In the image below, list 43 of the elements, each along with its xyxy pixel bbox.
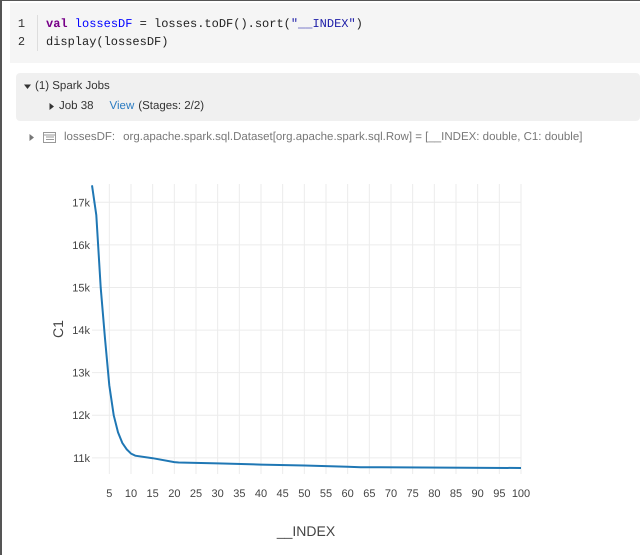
x-tick-label: 25 <box>190 488 202 500</box>
y-tick-label: 11k <box>73 452 90 465</box>
x-tick-label: 15 <box>146 488 159 500</box>
x-tick-label: 65 <box>363 488 376 500</box>
x-tick-label: 70 <box>384 488 398 500</box>
view-link[interactable]: View <box>110 98 134 116</box>
x-tick-label: 5 <box>106 488 112 500</box>
x-tick-label: 60 <box>342 488 354 500</box>
line-number: 2 <box>18 34 26 51</box>
x-tick-label: 75 <box>406 488 419 500</box>
x-axis-title: __INDEX <box>276 522 336 539</box>
spark-jobs-title[interactable]: (1) Spark Jobs <box>35 78 110 96</box>
expand-caret-icon[interactable] <box>48 103 55 110</box>
x-tick-label: 10 <box>124 488 138 500</box>
line-number: 1 <box>18 16 26 33</box>
dataset-name: lossesDF: <box>64 130 116 144</box>
dataset-schema: org.apache.spark.sql.Dataset[org.apache.spark.sql.Row] = [__INDEX: double, C1: double] <box>123 130 582 144</box>
x-tick-label: 35 <box>233 488 246 500</box>
code-line: val lossesDF = losses.toDF().sort("__INDEX") <box>46 16 363 33</box>
x-tick-label: 50 <box>298 488 310 500</box>
y-tick-label: 17k <box>72 197 90 210</box>
y-tick-label: 12k <box>72 410 90 422</box>
x-tick-label: 55 <box>320 488 332 500</box>
x-tick-label: 80 <box>428 488 440 500</box>
job-label: Job 38 <box>59 99 94 114</box>
x-tick-label: 85 <box>450 488 462 500</box>
x-tick-label: 45 <box>276 488 289 500</box>
table-icon <box>43 132 56 143</box>
x-tick-label: 100 <box>512 488 530 500</box>
y-axis-title: C1 <box>50 320 66 338</box>
x-tick-label: 90 <box>472 488 484 500</box>
y-tick-label: 16k <box>72 240 90 252</box>
code-cell[interactable]: 1 2 val lossesDF = losses.toDF().sort("__INDEX") display(lossesDF) <box>10 3 640 63</box>
x-tick-label: 40 <box>254 488 268 500</box>
stages-text: (Stages: 2/2) <box>138 99 204 114</box>
code-line: display(lossesDF) <box>46 34 170 51</box>
x-tick-label: 95 <box>493 488 506 500</box>
x-tick-label: 20 <box>168 488 180 500</box>
y-tick-label: 13k <box>72 367 90 380</box>
y-tick-label: 14k <box>72 324 90 337</box>
expand-caret-icon[interactable] <box>24 83 31 90</box>
y-tick-label: 15k <box>72 282 90 294</box>
x-tick-label: 30 <box>212 488 224 500</box>
